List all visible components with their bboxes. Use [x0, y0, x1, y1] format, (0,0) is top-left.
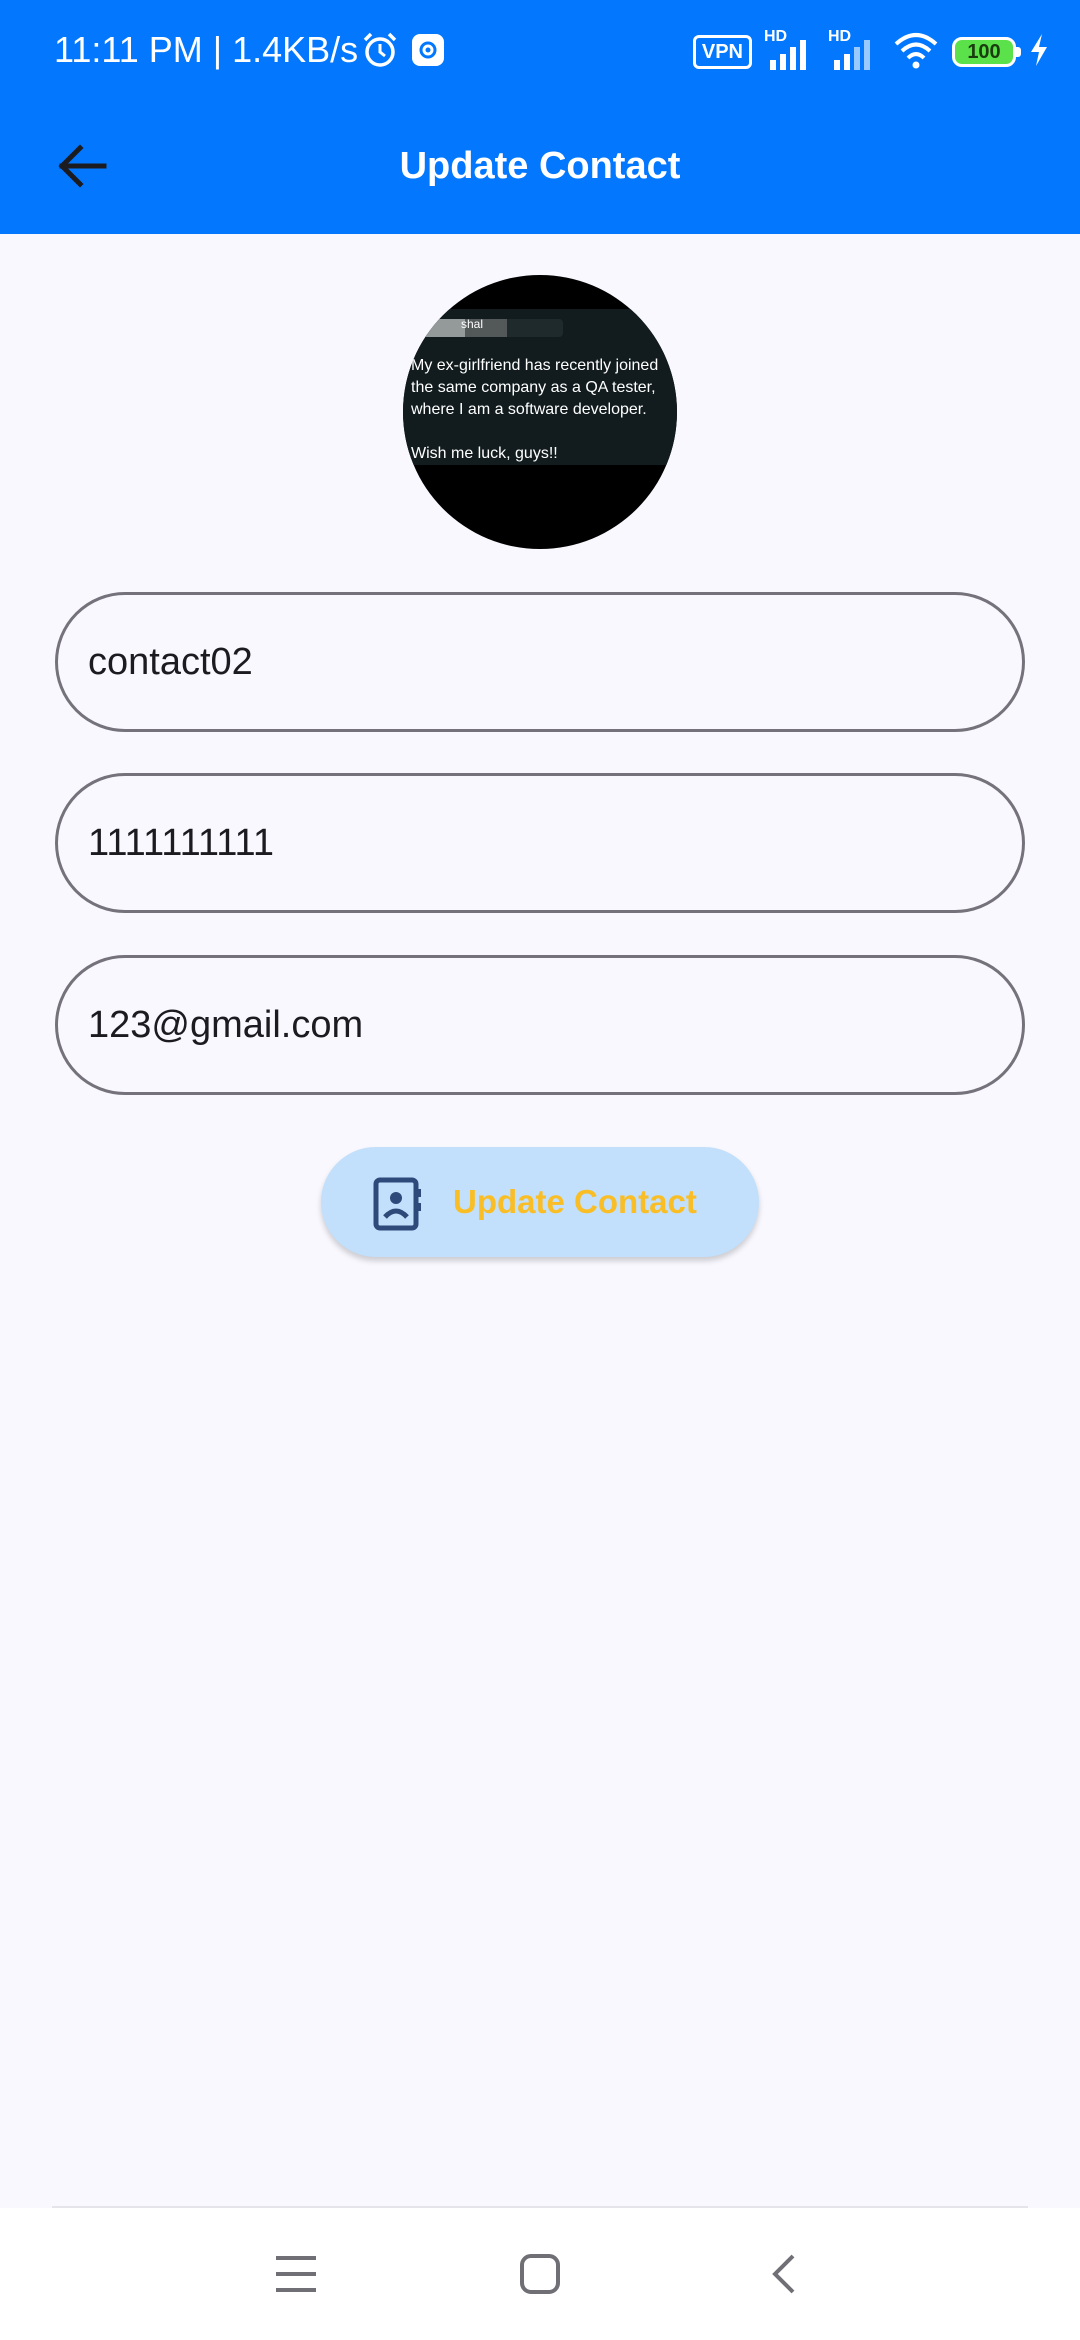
alarm-icon: [360, 30, 400, 75]
system-nav-bar: [0, 2208, 1080, 2340]
vpn-icon: VPN: [692, 35, 752, 69]
update-contact-button[interactable]: Update Contact: [321, 1147, 759, 1257]
toolbar: Update Contact: [0, 100, 1080, 234]
avatar-username: shal: [461, 317, 484, 331]
status-left-icons: [360, 30, 446, 74]
app-bar: 11:11 PM | 1.4KB/s VPN HD HD 100 Update …: [0, 0, 1080, 234]
home-icon: [520, 2254, 560, 2294]
nav-menu-button[interactable]: [264, 2242, 328, 2306]
nav-home-button[interactable]: [508, 2242, 572, 2306]
status-right-icons: VPN HD HD 100: [692, 28, 1050, 76]
signal-icon-2: HD: [828, 28, 880, 72]
phone-input[interactable]: [88, 776, 988, 910]
status-bar: 11:11 PM | 1.4KB/s VPN HD HD 100: [0, 0, 1080, 100]
status-time: 11:11 PM | 1.4KB/s: [54, 29, 359, 70]
email-field[interactable]: [55, 955, 1025, 1095]
wifi-icon: [892, 30, 940, 75]
avatar-username-redaction: [423, 319, 563, 337]
phone-field[interactable]: [55, 773, 1025, 913]
avatar-caption: My ex-girlfriend has recently joined the…: [411, 357, 659, 462]
signal-icon: HD: [764, 28, 816, 72]
page-title: Update Contact: [399, 145, 681, 187]
email-input[interactable]: [88, 958, 988, 1092]
contact-avatar[interactable]: shal My ex-girlfriend has recently joine…: [403, 275, 677, 549]
name-field[interactable]: [55, 592, 1025, 732]
settings-app-icon: [410, 32, 446, 73]
name-input[interactable]: [88, 595, 988, 729]
battery-icon: 100: [952, 37, 1021, 67]
contact-card-icon: [373, 1177, 421, 1231]
back-icon: [772, 2254, 795, 2294]
update-contact-label: Update Contact: [453, 1183, 697, 1220]
nav-back-button[interactable]: [752, 2242, 816, 2306]
menu-icon: [276, 2256, 316, 2292]
charging-icon: [1028, 32, 1050, 73]
